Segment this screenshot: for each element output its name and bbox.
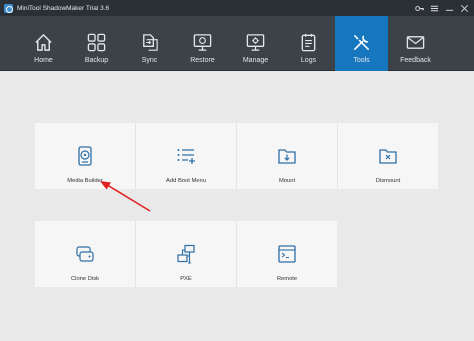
logs-icon	[301, 33, 316, 52]
tools-icon	[353, 35, 369, 51]
nav-sync-label: Sync	[141, 57, 158, 64]
tool-clone-disk[interactable]: Clone Disk	[35, 221, 135, 287]
sync-icon	[143, 34, 158, 51]
tool-add-boot-menu[interactable]: Add Boot Menu	[136, 123, 236, 189]
tool-remote-label: Remote	[276, 276, 298, 282]
nav-home-label: Home	[34, 57, 53, 64]
nav-manage[interactable]: Manage	[229, 16, 282, 71]
app-logo-icon	[4, 3, 13, 13]
manage-icon	[246, 34, 265, 51]
backup-icon	[87, 33, 106, 52]
add-boot-menu-icon	[177, 149, 195, 164]
nav-home[interactable]: Home	[17, 16, 70, 71]
key-icon[interactable]	[412, 0, 427, 16]
restore-icon	[193, 34, 212, 51]
nav-tools[interactable]: Tools	[335, 16, 388, 71]
main-toolbar: Home Backup Sync Restore Manage Logs Too…	[0, 16, 474, 71]
media-builder-icon	[78, 146, 92, 166]
tool-add-boot-menu-label: Add Boot Menu	[166, 178, 206, 184]
nav-sync[interactable]: Sync	[123, 16, 176, 71]
tool-mount[interactable]: Mount	[237, 123, 337, 189]
nav-backup-label: Backup	[84, 57, 109, 64]
minimize-icon[interactable]	[442, 0, 457, 16]
window-controls	[412, 0, 472, 16]
mount-icon	[278, 149, 296, 164]
nav-logs-label: Logs	[300, 57, 317, 64]
nav-restore[interactable]: Restore	[176, 16, 229, 71]
tool-media-builder-label: Media Builder	[67, 178, 103, 184]
title-bar: MiniTool ShadowMaker Trial 3.6	[0, 0, 474, 16]
nav-manage-label: Manage	[242, 57, 269, 64]
tool-pxe-label: PXE	[180, 276, 192, 282]
dismount-icon	[379, 149, 397, 164]
tool-dismount[interactable]: Dismount	[338, 123, 438, 189]
menu-icon[interactable]	[427, 0, 442, 16]
remote-icon	[278, 245, 296, 263]
tool-pxe[interactable]: PXE	[136, 221, 236, 287]
nav-restore-label: Restore	[190, 57, 215, 64]
close-icon[interactable]	[457, 0, 472, 16]
home-icon	[35, 34, 52, 51]
pxe-icon	[177, 244, 195, 264]
window-title: MiniTool ShadowMaker Trial 3.6	[17, 4, 110, 12]
tool-clone-disk-label: Clone Disk	[70, 276, 100, 282]
tool-remote[interactable]: Remote	[237, 221, 337, 287]
tool-media-builder[interactable]: Media Builder	[35, 123, 135, 189]
nav-feedback-label: Feedback	[400, 57, 431, 64]
nav-backup[interactable]: Backup	[70, 16, 123, 71]
nav-feedback[interactable]: Feedback	[389, 16, 442, 71]
clone-disk-icon	[76, 246, 94, 262]
nav-logs[interactable]: Logs	[282, 16, 335, 71]
tool-mount-label: Mount	[278, 178, 296, 184]
nav-tools-label: Tools	[353, 57, 370, 64]
tool-dismount-label: Dismount	[375, 178, 401, 184]
feedback-icon	[406, 36, 425, 49]
